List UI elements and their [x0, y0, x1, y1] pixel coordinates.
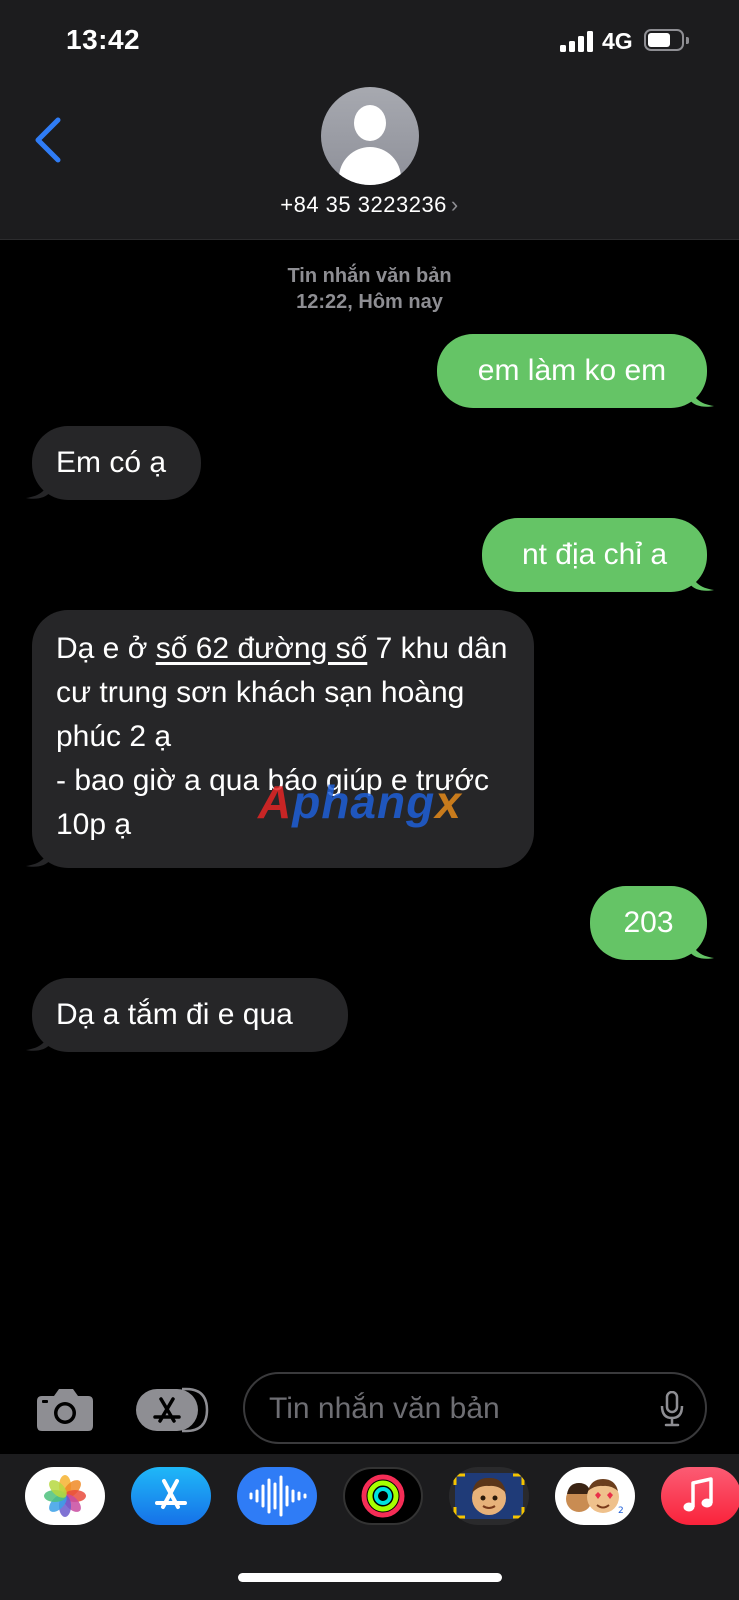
microphone-icon[interactable] — [659, 1391, 685, 1427]
message-input[interactable]: Tin nhắn văn bản — [243, 1372, 707, 1444]
bubble-tail — [690, 384, 714, 407]
audio-message-icon[interactable] — [237, 1467, 317, 1525]
message-placeholder: Tin nhắn văn bản — [269, 1392, 500, 1425]
message-text: Dạ e ở — [56, 632, 156, 665]
app-store-icon[interactable] — [131, 1467, 211, 1525]
bubble-tail — [690, 936, 714, 959]
incoming-message[interactable]: Em có ạ — [32, 426, 201, 500]
message-time: 12:22, Hôm nay — [296, 291, 443, 313]
music-icon[interactable] — [661, 1467, 739, 1525]
battery-icon — [644, 29, 690, 53]
outgoing-message[interactable]: em làm ko em — [437, 334, 707, 408]
app-store-icon — [136, 1387, 209, 1433]
chevron-right-icon: › — [450, 192, 459, 217]
camera-icon — [37, 1389, 93, 1431]
back-button[interactable] — [26, 112, 70, 168]
message-type-label: Tin nhắn văn bản — [287, 265, 452, 287]
network-type: 4G — [602, 28, 633, 54]
incoming-message[interactable]: Dạ a tắm đi e qua — [32, 978, 348, 1052]
memoji-stickers-icon[interactable]: 2 — [555, 1467, 635, 1525]
bubble-tail — [26, 1028, 50, 1051]
outgoing-message[interactable]: nt địa chỉ a — [482, 518, 707, 592]
bubble-tail — [26, 844, 50, 867]
status-bar: 13:42 4G — [0, 0, 739, 82]
svg-text:2: 2 — [618, 1506, 624, 1516]
signal-strength-icon — [560, 30, 594, 52]
address-link[interactable]: số 62 đường số — [156, 632, 368, 665]
app-store-button[interactable] — [136, 1387, 210, 1433]
camera-button[interactable] — [36, 1386, 94, 1432]
photos-icon[interactable] — [25, 1467, 105, 1525]
message-timestamp: Tin nhắn văn bản 12:22, Hôm nay — [0, 263, 739, 315]
status-time: 13:42 — [66, 24, 141, 55]
chevron-left-icon — [35, 117, 61, 163]
memoji-icon[interactable] — [449, 1467, 529, 1525]
bubble-tail — [690, 568, 714, 591]
contact-avatar[interactable] — [321, 87, 419, 185]
incoming-message[interactable]: Dạ e ở số 62 đường số 7 khu dân cư trung… — [32, 610, 534, 868]
contact-number: +84 35 3223236 — [280, 192, 447, 217]
home-indicator[interactable] — [238, 1573, 502, 1582]
conversation-header: +84 35 3223236 › — [0, 82, 739, 240]
bubble-tail — [26, 476, 50, 499]
contact-name-button[interactable]: +84 35 3223236 › — [0, 192, 739, 218]
activity-icon[interactable] — [343, 1467, 423, 1525]
